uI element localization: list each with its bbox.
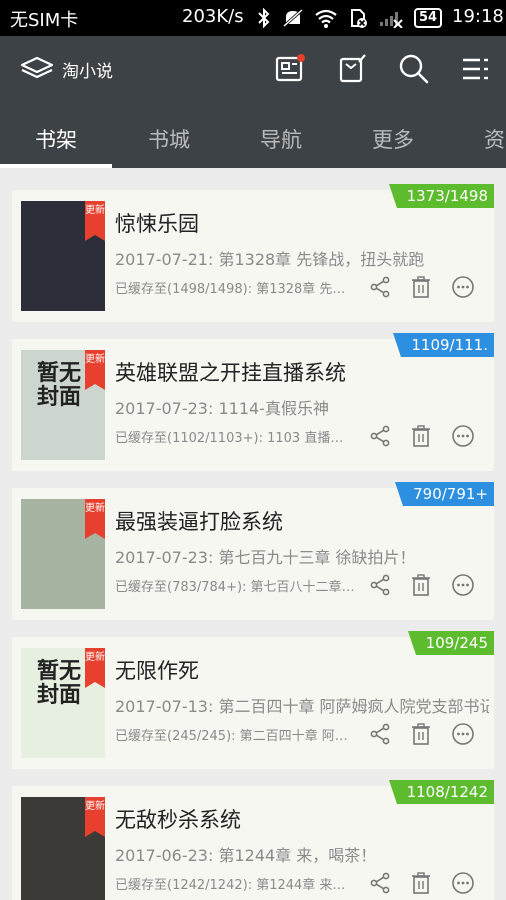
- app-name: 淘小说: [62, 61, 113, 82]
- battery-icon: 54: [414, 8, 443, 28]
- share-icon[interactable]: [368, 424, 392, 448]
- bookshelf-list: 更新 惊悚乐园 2017-07-21: 第1328章 先锋战，扭头就跑 已缓存至…: [0, 168, 506, 900]
- latest-chapter: 2017-07-23: 第七百九十三章 徐缺拍片！: [115, 548, 416, 567]
- notice-icon[interactable]: [272, 52, 306, 86]
- cache-status: 已缓存至(245/245): 第二百四十章 阿萨姆: [115, 729, 355, 744]
- clock: 19:18: [452, 6, 504, 27]
- wifi-icon: [315, 9, 337, 28]
- reading-progress-badge: 1373/1498: [388, 184, 494, 208]
- book-title[interactable]: 无限作死: [115, 655, 199, 685]
- book-card[interactable]: 暂无封面 更新 英雄联盟之开挂直播系统 2017-07-23: 1114-真假乐…: [12, 333, 494, 471]
- cache-status: 已缓存至(1498/1498): 第1328章 先锋战，扭头就跑: [115, 282, 355, 297]
- update-ribbon: 更新: [85, 648, 105, 688]
- book-cover[interactable]: 更新: [21, 797, 105, 900]
- more-options-icon[interactable]: [451, 722, 475, 746]
- book-cover[interactable]: 暂无封面 更新: [21, 350, 105, 460]
- book-card[interactable]: 暂无封面 更新 无限作死 2017-07-13: 第二百四十章 阿萨姆疯人院党支…: [12, 631, 494, 769]
- book-title[interactable]: 最强装逼打脸系统: [115, 506, 283, 536]
- more-options-icon[interactable]: [451, 424, 475, 448]
- update-ribbon: 更新: [85, 797, 105, 837]
- more-options-icon[interactable]: [451, 275, 475, 299]
- book-card[interactable]: 更新 无敌秒杀系统 2017-06-23: 第1244章 来，喝茶！ 已缓存至(…: [12, 780, 494, 900]
- share-icon[interactable]: [368, 722, 392, 746]
- book-cover[interactable]: 更新: [21, 499, 105, 609]
- book-cover[interactable]: 更新: [21, 201, 105, 311]
- sign-in-icon[interactable]: [335, 52, 369, 86]
- book-card[interactable]: 更新 最强装逼打脸系统 2017-07-23: 第七百九十三章 徐缺拍片！ 已缓…: [12, 482, 494, 620]
- reading-progress-badge: 1109/111.: [393, 333, 494, 357]
- reading-progress-badge: 1108/1242: [388, 780, 494, 804]
- menu-icon[interactable]: [458, 52, 492, 86]
- share-icon[interactable]: [368, 275, 392, 299]
- book-title[interactable]: 惊悚乐园: [115, 208, 199, 238]
- tab-bookshelf[interactable]: 书架: [35, 124, 77, 154]
- latest-chapter: 2017-07-23: 1114-真假乐神: [115, 399, 329, 418]
- book-card[interactable]: 更新 惊悚乐园 2017-07-21: 第1328章 先锋战，扭头就跑 已缓存至…: [12, 184, 494, 322]
- more-options-icon[interactable]: [451, 573, 475, 597]
- layers-icon: [20, 56, 54, 79]
- cover-placeholder-text: 暂无封面: [36, 659, 81, 708]
- signal-icon: [380, 12, 403, 28]
- cache-status: 已缓存至(1102/1103+): 1103 直播入口: [115, 431, 355, 446]
- tab-bar: 书架 书城 导航 更多 资: [0, 118, 506, 168]
- app-header: 淘小说 书架 书城 导航 更多 资: [0, 36, 506, 168]
- tab-more[interactable]: 更多: [372, 124, 414, 154]
- delete-icon[interactable]: [409, 424, 433, 448]
- delete-icon[interactable]: [409, 573, 433, 597]
- status-icons: 54: [256, 6, 443, 30]
- book-title[interactable]: 无敌秒杀系统: [115, 804, 241, 834]
- no-sim-icon: [351, 9, 367, 28]
- book-cover[interactable]: 暂无封面 更新: [21, 648, 105, 758]
- share-icon[interactable]: [368, 871, 392, 895]
- reading-progress-badge: 109/245: [407, 631, 494, 655]
- mute-icon: [283, 8, 303, 28]
- share-icon[interactable]: [368, 573, 392, 597]
- cache-status: 已缓存至(783/784+): 第七百八十二章 徐缺: [115, 580, 355, 595]
- delete-icon[interactable]: [409, 275, 433, 299]
- bluetooth-icon: [258, 8, 270, 28]
- delete-icon[interactable]: [409, 722, 433, 746]
- cache-status: 已缓存至(1242/1242): 第1244章 来，喝茶: [115, 878, 355, 893]
- app-logo[interactable]: 淘小说: [20, 56, 113, 82]
- update-ribbon: 更新: [85, 201, 105, 241]
- latest-chapter: 2017-07-21: 第1328章 先锋战，扭头就跑: [115, 250, 425, 269]
- network-speed: 203K/s: [182, 6, 244, 27]
- reading-progress-badge: 790/791+: [395, 482, 494, 506]
- book-title[interactable]: 英雄联盟之开挂直播系统: [115, 357, 346, 387]
- cover-placeholder-text: 暂无封面: [36, 361, 81, 410]
- latest-chapter: 2017-06-23: 第1244章 来，喝茶！: [115, 846, 377, 865]
- status-bar: 无SIM卡 203K/s 54 19:18: [0, 0, 506, 36]
- delete-icon[interactable]: [409, 871, 433, 895]
- update-ribbon: 更新: [85, 350, 105, 390]
- tab-navigation[interactable]: 导航: [260, 124, 302, 154]
- tab-resources[interactable]: 资: [484, 124, 505, 154]
- more-options-icon[interactable]: [451, 871, 475, 895]
- carrier-label: 无SIM卡: [10, 10, 79, 31]
- tab-bookstore[interactable]: 书城: [148, 124, 190, 154]
- update-ribbon: 更新: [85, 499, 105, 539]
- search-icon[interactable]: [397, 52, 431, 86]
- latest-chapter: 2017-07-13: 第二百四十章 阿萨姆疯人院党支部书记: [115, 697, 489, 716]
